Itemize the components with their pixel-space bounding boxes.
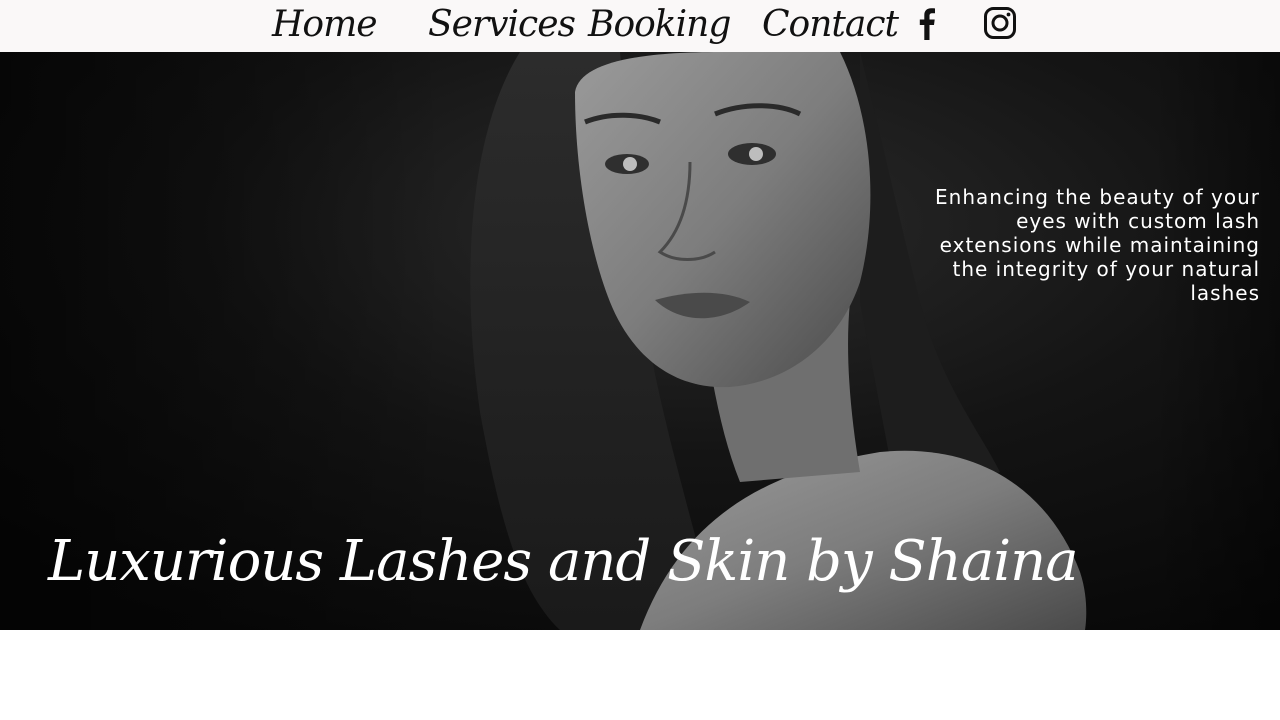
hero-banner: Enhancing the beauty of your eyes with c… (0, 52, 1280, 630)
facebook-icon[interactable] (910, 6, 944, 40)
nav-home-link[interactable]: Home (272, 2, 378, 48)
hero-title: Luxurious Lashes and Skin by Shaina (48, 529, 1079, 594)
top-navbar: Home Services Booking Contact (0, 0, 1280, 52)
nav-booking-link[interactable]: Booking (588, 2, 731, 48)
hero-tagline: Enhancing the beauty of your eyes with c… (935, 185, 1260, 305)
instagram-icon[interactable] (983, 6, 1017, 40)
nav-services-link[interactable]: Services (428, 2, 576, 48)
page-content-area (0, 630, 1280, 720)
nav-contact-link[interactable]: Contact (762, 2, 899, 48)
